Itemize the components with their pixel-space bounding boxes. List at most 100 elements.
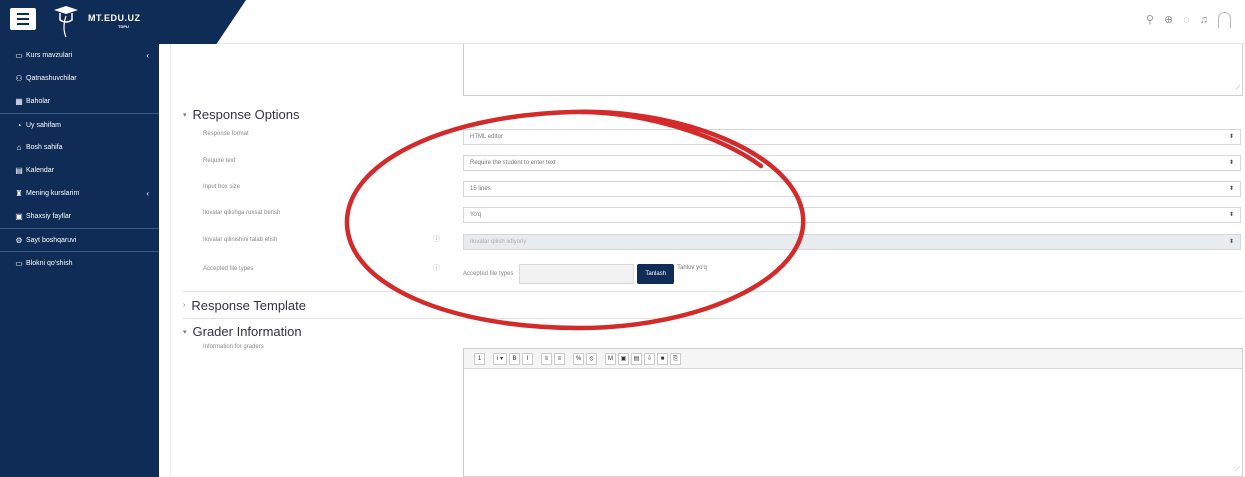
previous-textarea[interactable]: ⟋: [463, 44, 1243, 96]
sidebar-item-baholar[interactable]: ▦ Baholar: [0, 90, 159, 113]
sidebar-item-label: Sayt boshqaruvi: [26, 236, 77, 244]
sidebar-item-mening-kurslarim[interactable]: ♜ Mening kurslarim ‹: [0, 182, 159, 205]
image-button[interactable]: ▣: [618, 352, 629, 365]
allow-attachments-label: Ilovalar qilishga ruxsat berish: [203, 210, 281, 216]
accepted-inline-label: Accepted file types: [463, 271, 514, 277]
no-selection-text: Tanlov yo'q: [677, 265, 707, 271]
grader-info-editor[interactable]: 1 i ▾ B I ≡ ≡ % ⦸ M ▣ ▤ ⇩ ■ ⎘ ⟋: [463, 348, 1243, 477]
select-arrow-icon: ⬍: [1228, 186, 1234, 192]
record-audio-button[interactable]: ⇩: [644, 352, 655, 365]
select-arrow-icon: ⬍: [1228, 134, 1234, 140]
chevron-down-icon: ▾: [183, 328, 187, 336]
home-icon: ⌂: [16, 143, 22, 152]
collapse-toolbar-button[interactable]: 1: [474, 352, 485, 365]
sidebar-item-label: Bosh sahifa: [26, 144, 63, 151]
chevron-left-icon: ‹: [146, 189, 149, 198]
manage-files-button[interactable]: ⎘: [670, 352, 681, 365]
calendar-icon: ▤: [15, 166, 23, 175]
language-icon[interactable]: ⊕: [1164, 13, 1173, 27]
sidebar-item-sayt-boshqaruvi[interactable]: ⚙ Sayt boshqaruvi: [0, 228, 159, 251]
select-value: 15 lines: [470, 186, 491, 192]
require-text-label: Require text: [203, 158, 236, 164]
sidebar-item-label: Baholar: [26, 98, 51, 105]
brand-name: MT.EDU.UZ: [88, 13, 141, 23]
sidebar-item-label: Mening kurslarim: [26, 190, 80, 197]
messages-icon[interactable]: ◌: [1183, 13, 1190, 27]
unlink-button[interactable]: ⦸: [586, 352, 597, 365]
select-arrow-icon: ⬍: [1228, 160, 1234, 166]
grader-information-header[interactable]: ▾ Grader Information: [183, 324, 302, 339]
paragraph-styles-button[interactable]: i ▾: [493, 352, 507, 365]
add-block-icon: ▭: [15, 258, 23, 268]
sidebar-item-kalendar[interactable]: ▤ Kalendar: [0, 159, 159, 182]
italic-button[interactable]: I: [522, 352, 533, 365]
select-value: Yo'q: [470, 212, 482, 218]
user-avatar[interactable]: [1218, 12, 1231, 28]
sidebar-item-bosh-sahifa[interactable]: ⌂ Bosh sahifa: [0, 136, 159, 159]
help-icon[interactable]: ⓘ: [433, 234, 440, 244]
require-attachments-select: Ilovalar qilish ixtiyoriy ⬍: [463, 234, 1241, 250]
resize-grip-icon[interactable]: ⟋: [1235, 466, 1240, 474]
resize-grip-icon[interactable]: ⟋: [1235, 85, 1240, 93]
files-icon: ▣: [15, 212, 23, 221]
sidebar-item-label: Kalendar: [26, 167, 55, 174]
response-format-select[interactable]: HTML editor ⬍: [463, 129, 1241, 145]
menu-toggle-button[interactable]: [10, 8, 36, 30]
logo-icon: [54, 6, 78, 38]
brand-sub: TDPU: [118, 24, 129, 29]
sidebar-item-uy-sahifam[interactable]: ◔ Uy sahifam: [0, 113, 159, 136]
record-video-button[interactable]: ■: [657, 352, 668, 365]
grader-info-label: Information for graders: [203, 344, 264, 350]
divider: [183, 318, 1243, 319]
sidebar-item-label: Shaxsiy fayllar: [26, 213, 72, 220]
settings-icon: ⚙: [15, 235, 23, 245]
section-title: Grader Information: [192, 324, 302, 339]
bold-button[interactable]: B: [509, 352, 520, 365]
graduation-cap-icon: ♜: [15, 189, 23, 198]
help-icon[interactable]: ⓘ: [433, 263, 440, 273]
notifications-icon[interactable]: ♫: [1200, 13, 1208, 27]
top-navbar: MT.EDU.UZ TDPU ⚲ ⊕ ◌ ♫: [0, 0, 1245, 44]
allow-attachments-select[interactable]: Yo'q ⬍: [463, 207, 1241, 223]
chevron-down-icon: ▾: [183, 111, 187, 119]
select-arrow-icon: ⬍: [1228, 212, 1234, 218]
require-attachments-label: Ilovalar qilinishini talab etish: [203, 237, 278, 243]
sidebar-item-blokni-qoshish[interactable]: ▭ Blokni qo'shish: [0, 251, 159, 274]
top-icons: ⚲ ⊕ ◌ ♫: [1146, 12, 1231, 28]
sidebar-item-label: Kurs mavzulari: [26, 52, 73, 59]
sidebar-item-kurs-mavzulari[interactable]: ▭ Kurs mavzulari ‹: [0, 44, 159, 67]
require-text-select[interactable]: Require the student to enter text ⬍: [463, 155, 1241, 171]
media-button[interactable]: ▤: [631, 352, 642, 365]
choose-button[interactable]: Tanlash: [637, 264, 675, 284]
accepted-file-types-control: Accepted file types Tanlash Tanlov yo'q: [463, 263, 707, 285]
editor-toolbar: 1 i ▾ B I ≡ ≡ % ⦸ M ▣ ▤ ⇩ ■ ⎘: [464, 349, 1242, 369]
dashboard-icon: ◔: [16, 120, 22, 130]
sidebar: ▭ Kurs mavzulari ‹ ⚇ Qatnashuvchilar ▦ B…: [0, 44, 159, 477]
select-value: Require the student to enter text: [470, 160, 556, 166]
section-title: Response Template: [191, 298, 307, 313]
accepted-file-types-label: Accepted file types: [203, 266, 254, 272]
accepted-file-types-input[interactable]: [519, 264, 635, 284]
folder-icon: ▭: [15, 51, 23, 60]
chevron-right-icon: ›: [183, 302, 186, 309]
input-box-size-label: Input box size: [203, 184, 241, 190]
chevron-left-icon: ‹: [146, 51, 149, 60]
sidebar-item-qatnashuvchilar[interactable]: ⚇ Qatnashuvchilar: [0, 67, 159, 90]
input-box-size-select[interactable]: 15 lines ⬍: [463, 181, 1241, 197]
grades-icon: ▦: [15, 97, 23, 106]
divider: [183, 291, 1243, 292]
response-template-header[interactable]: › Response Template: [183, 298, 306, 313]
sidebar-item-label: Blokni qo'shish: [26, 259, 73, 267]
link-button[interactable]: %: [573, 352, 584, 365]
unordered-list-button[interactable]: ≡: [541, 352, 552, 365]
search-icon[interactable]: ⚲: [1146, 13, 1154, 27]
ordered-list-button[interactable]: ≡: [554, 352, 565, 365]
sidebar-item-label: Qatnashuvchilar: [26, 75, 77, 82]
response-options-header[interactable]: ▾ Response Options: [183, 107, 299, 122]
emoticon-button[interactable]: M: [605, 352, 616, 365]
sidebar-item-shaxsiy-fayllar[interactable]: ▣ Shaxsiy fayllar: [0, 205, 159, 228]
main-content: ⟋ ▾ Response Options Response format HTM…: [170, 44, 1245, 477]
select-value: HTML editor: [470, 134, 503, 140]
response-format-label: Response format: [203, 131, 249, 137]
section-title: Response Options: [192, 107, 300, 122]
